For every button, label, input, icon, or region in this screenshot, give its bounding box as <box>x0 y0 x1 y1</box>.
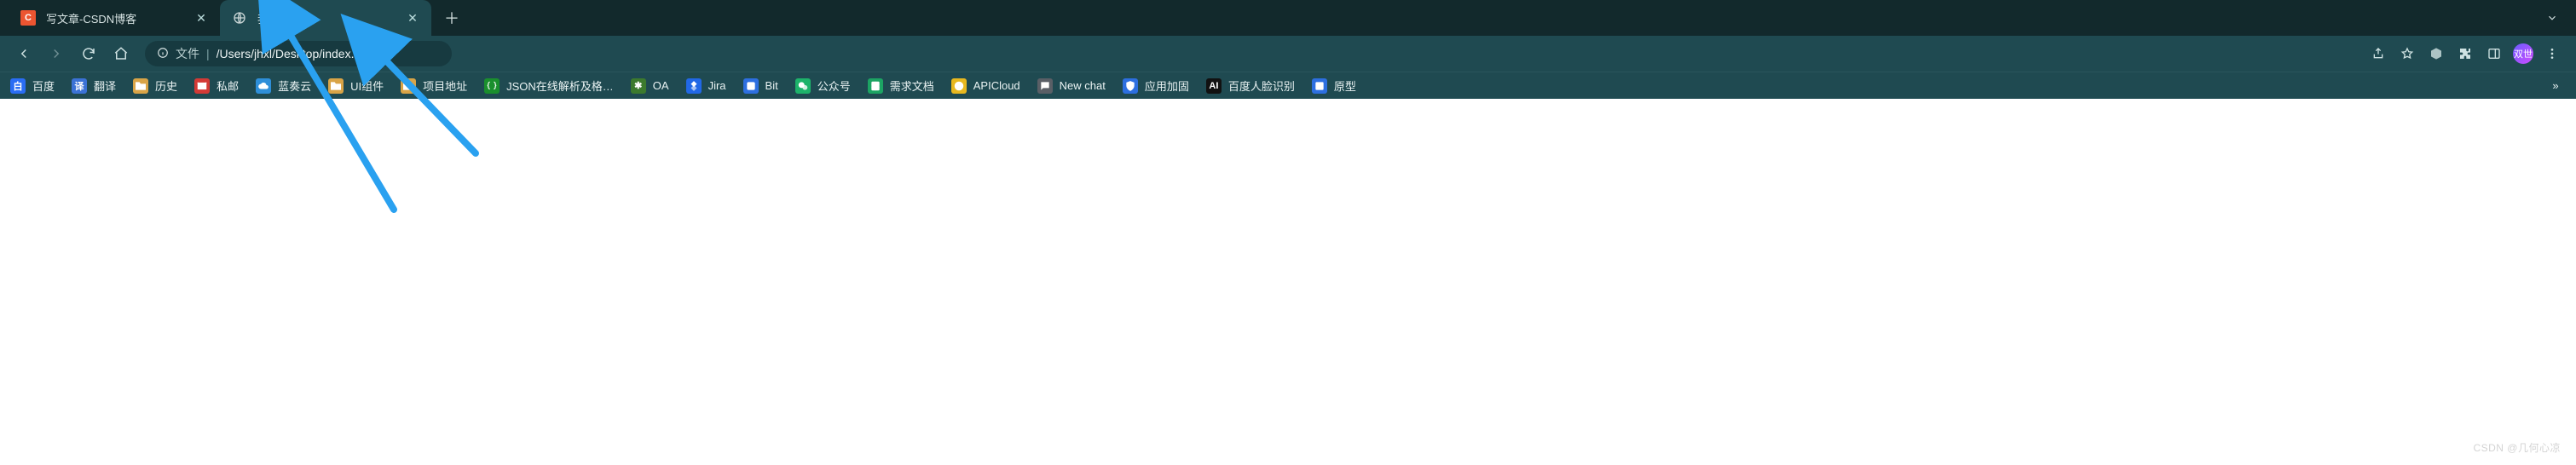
puzzle-icon[interactable] <box>2452 40 2479 67</box>
mail-icon <box>194 78 210 94</box>
bookmark-item[interactable]: 项目地址 <box>401 78 467 94</box>
forward-button[interactable] <box>43 40 70 67</box>
bookmark-label: Bit <box>765 79 778 92</box>
bookmark-item[interactable]: 译翻译 <box>72 78 116 94</box>
window-controls <box>2538 0 2566 36</box>
tab-csdn[interactable]: C 写文章-CSDN博客 ✕ <box>9 0 220 36</box>
bookmark-label: 需求文档 <box>890 78 934 94</box>
bookmark-overflow-button[interactable]: » <box>2545 79 2566 92</box>
info-icon[interactable] <box>157 47 169 61</box>
page-content: CSDN @几何心凉 <box>0 99 2576 465</box>
bookmark-item[interactable]: UI组件 <box>328 78 384 94</box>
new-tab-button[interactable]: ＋ <box>438 4 465 32</box>
bookmark-label: 百度人脸识别 <box>1228 78 1295 94</box>
bookmark-item[interactable]: 白百度 <box>10 78 55 94</box>
bookmark-label: 私邮 <box>217 78 239 94</box>
bookmark-label: 历史 <box>155 78 177 94</box>
bookmark-item[interactable]: 蓝奏云 <box>256 78 311 94</box>
bookmark-item[interactable]: APICloud <box>951 78 1020 94</box>
watermark-text: CSDN @几何心凉 <box>2473 440 2561 455</box>
toolbar: 文件 | /Users/jhxl/Desktop/index.html 双世 <box>0 36 2576 72</box>
bookmark-item[interactable]: Bit <box>743 78 778 94</box>
bookmark-item[interactable]: 私邮 <box>194 78 239 94</box>
bookmark-item[interactable]: 应用加固 <box>1123 78 1189 94</box>
bookmark-label: APICloud <box>973 79 1020 92</box>
bookmark-label: 公众号 <box>817 78 851 94</box>
profile-button[interactable]: 双世 <box>2510 40 2537 67</box>
bookmark-label: 应用加固 <box>1145 78 1189 94</box>
bookmark-label: JSON在线解析及格… <box>506 78 614 94</box>
home-button[interactable] <box>107 40 135 67</box>
bookmark-bar: 白百度 译翻译 历史 私邮 蓝奏云 UI组件 项目地址 JSON在线解析及格… ✱ OA Jira B… <box>0 72 2576 99</box>
address-prefix: 文件 <box>176 45 199 62</box>
bookmark-label: 原型 <box>1334 78 1356 94</box>
address-separator: | <box>206 47 210 60</box>
toolbar-right: 双世 <box>2365 40 2566 67</box>
tab-my-album[interactable]: 我的相册 ✕ <box>220 0 431 36</box>
cloud-icon <box>256 78 271 94</box>
menu-icon[interactable] <box>2538 40 2566 67</box>
star-icon[interactable] <box>2394 40 2421 67</box>
bookmark-label: 翻译 <box>94 78 116 94</box>
expand-icon[interactable] <box>2538 4 2566 32</box>
sheet-icon <box>868 78 883 94</box>
extension-icon[interactable] <box>2423 40 2450 67</box>
folder-icon <box>401 78 416 94</box>
bookmark-item[interactable]: 公众号 <box>795 78 851 94</box>
bookmark-label: 蓝奏云 <box>278 78 311 94</box>
bookmark-item[interactable]: 原型 <box>1312 78 1356 94</box>
bookmark-icon: AI <box>1206 78 1222 94</box>
tab-strip: C 写文章-CSDN博客 ✕ 我的相册 ✕ ＋ <box>0 0 2576 36</box>
wechat-icon <box>795 78 811 94</box>
bookmark-label: 项目地址 <box>423 78 467 94</box>
bookmark-item[interactable]: 历史 <box>133 78 177 94</box>
bookmark-icon: 译 <box>72 78 87 94</box>
jira-icon <box>686 78 702 94</box>
bookmark-item[interactable]: 需求文档 <box>868 78 934 94</box>
folder-icon <box>133 78 148 94</box>
address-bar[interactable]: 文件 | /Users/jhxl/Desktop/index.html <box>145 41 452 66</box>
globe-icon <box>232 10 247 26</box>
bookmark-item[interactable]: AI 百度人脸识别 <box>1206 78 1295 94</box>
tab-title: 写文章-CSDN博客 <box>46 10 184 26</box>
panel-icon[interactable] <box>2481 40 2508 67</box>
favicon-csdn: C <box>20 10 36 26</box>
bit-icon <box>743 78 759 94</box>
chat-icon <box>1037 78 1053 94</box>
bookmark-label: UI组件 <box>350 78 384 94</box>
bookmark-label: New chat <box>1060 79 1106 92</box>
address-path: /Users/jhxl/Desktop/index.html <box>217 47 440 60</box>
json-icon <box>484 78 500 94</box>
share-icon[interactable] <box>2365 40 2392 67</box>
bookmark-label: OA <box>653 79 669 92</box>
profile-badge: 双世 <box>2513 43 2533 64</box>
close-icon[interactable]: ✕ <box>194 11 208 25</box>
reload-button[interactable] <box>75 40 102 67</box>
shield-icon <box>1123 78 1138 94</box>
bookmark-icon: 白 <box>10 78 26 94</box>
bookmark-label: Jira <box>708 79 726 92</box>
bookmark-item[interactable]: JSON在线解析及格… <box>484 78 614 94</box>
bookmark-item[interactable]: ✱ OA <box>631 78 669 94</box>
back-button[interactable] <box>10 40 38 67</box>
tab-title: 我的相册 <box>257 10 396 26</box>
bookmark-label: 百度 <box>32 78 55 94</box>
proto-icon <box>1312 78 1327 94</box>
bookmark-item[interactable]: New chat <box>1037 78 1106 94</box>
bookmark-item[interactable]: Jira <box>686 78 726 94</box>
bookmark-icon: ✱ <box>631 78 646 94</box>
folder-icon <box>328 78 344 94</box>
close-icon[interactable]: ✕ <box>406 11 419 25</box>
api-icon <box>951 78 967 94</box>
